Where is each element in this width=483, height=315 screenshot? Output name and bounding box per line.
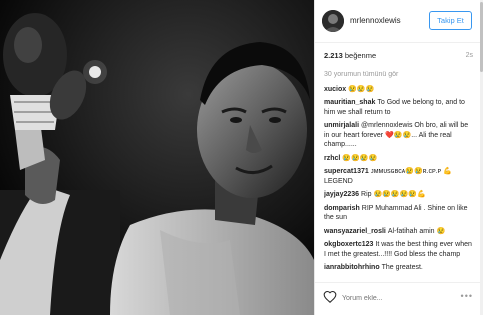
- comment-text: The greatest.: [381, 264, 423, 271]
- comment-username[interactable]: jayjay2236: [324, 191, 359, 198]
- add-comment-input[interactable]: [342, 292, 452, 304]
- comment-item: mauritian_shak To God we belong to, and t…: [324, 98, 474, 117]
- comment-item: xuciox 😢😢😢: [324, 85, 474, 95]
- comment-username[interactable]: rzhcl: [324, 155, 340, 162]
- avatar-image: [322, 10, 344, 32]
- comment-text: 😢😢😢😢: [342, 154, 378, 162]
- comment-text: Rip 😢😢😢😢😢💪: [361, 191, 426, 198]
- comment-item: domparish RIP Muhammad Ali . Shine on lik…: [324, 204, 474, 223]
- comment-username[interactable]: wansyazariel_rosli: [324, 228, 386, 235]
- comment-item: unmirjalali @mrlennoxlewis Oh bro, ali wi…: [324, 121, 474, 150]
- comment-username[interactable]: xuciox: [324, 86, 346, 93]
- comment-username[interactable]: supercat1371: [324, 168, 369, 175]
- likes-count[interactable]: 2.213 beğenme: [324, 51, 376, 60]
- post-header: mrlennoxlewis Takip Et: [315, 0, 481, 43]
- more-options-icon[interactable]: •••: [461, 291, 473, 301]
- comment-footer: •••: [315, 282, 481, 315]
- boxer-photo-illustration: [0, 0, 314, 315]
- post-photo: [0, 0, 314, 315]
- likes-row: 2.213 beğenme 2s: [315, 43, 481, 67]
- instagram-post-modal: mrlennoxlewis Takip Et 2.213 beğenme 2s …: [0, 0, 483, 315]
- comment-container: xuciox 😢😢😢 mauritian_shak To God we belong …: [324, 85, 474, 273]
- comment-username[interactable]: mauritian_shak: [324, 99, 375, 106]
- likes-word: beğenme: [344, 51, 377, 60]
- comment-text: Al-fatihah amin 😢: [387, 227, 446, 235]
- follow-button[interactable]: Takip Et: [429, 11, 472, 30]
- post-side-panel: mrlennoxlewis Takip Et 2.213 beğenme 2s …: [314, 0, 481, 315]
- comment-item: ianrabbitohrhino The greatest.: [324, 263, 474, 273]
- comment-username[interactable]: unmirjalali: [324, 122, 359, 129]
- load-more-comments-link[interactable]: 30 yorumun tümünü gör: [324, 70, 474, 80]
- comment-item: jayjay2236 Rip 😢😢😢😢😢💪: [324, 190, 474, 200]
- comment-item: okgboxertc123 It was the best thing ever …: [324, 240, 474, 259]
- comment-item: supercat1371 ᴊᴍᴍᴜsɢʙᴄᴀ😢😢ʀ.ᴄᴘ.ᴘ 💪 LEGEND: [324, 167, 474, 186]
- username[interactable]: mrlennoxlewis: [350, 16, 401, 25]
- avatar[interactable]: [322, 10, 344, 32]
- comment-item: wansyazariel_rosli Al-fatihah amin 😢: [324, 227, 474, 237]
- comment-username[interactable]: ianrabbitohrhino: [324, 264, 380, 271]
- comments-list[interactable]: 30 yorumun tümünü gör xuciox 😢😢😢 mauritian…: [324, 70, 474, 285]
- comment-item: rzhcl 😢😢😢😢: [324, 154, 474, 164]
- comment-text: 😢😢😢: [348, 85, 375, 93]
- likes-number: 2.213: [324, 51, 343, 60]
- comment-username[interactable]: okgboxertc123: [324, 241, 373, 248]
- heart-icon[interactable]: [323, 290, 337, 304]
- post-time[interactable]: 2s: [466, 52, 473, 59]
- comment-username[interactable]: domparish: [324, 205, 360, 212]
